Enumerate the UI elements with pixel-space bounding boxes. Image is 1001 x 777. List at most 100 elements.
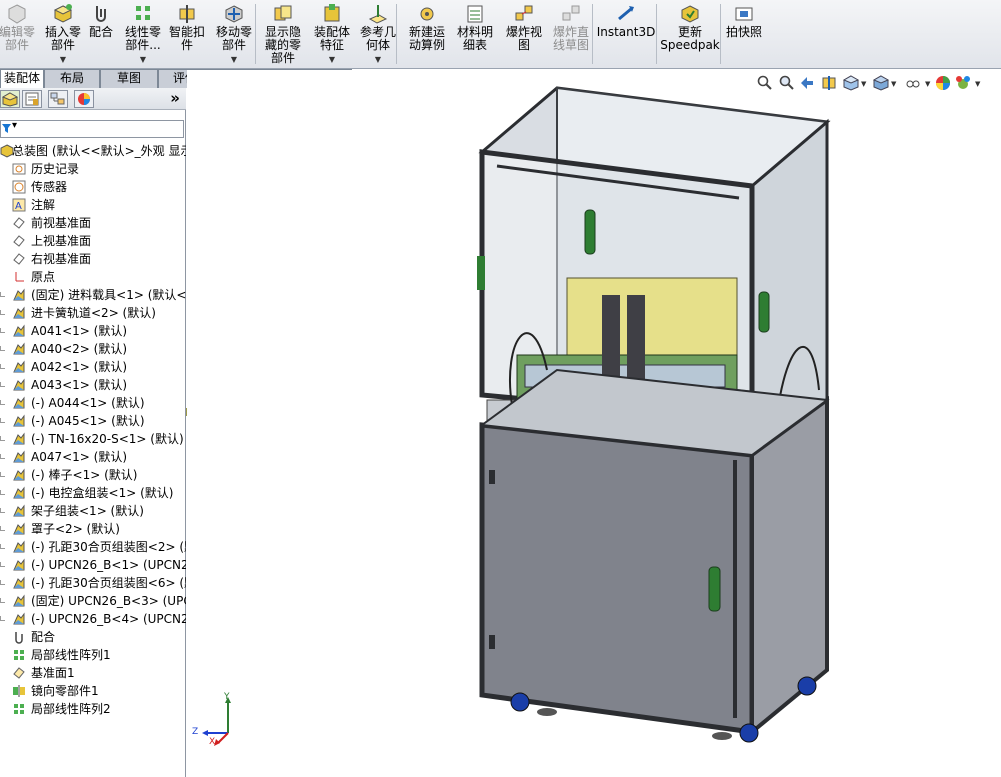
tree-item[interactable]: (固定) 进料载具<1> (默认<< — [0, 286, 186, 304]
ribbon-button-0: 编辑零 部件 — [0, 0, 37, 68]
feature-manager-pane: » ▾ 总装图 (默认<<默认>_外观 显示 历史记录 传感器 A 注解 前视基准面 上视基… — [0, 88, 186, 777]
tree-item[interactable]: 传感器 — [0, 178, 186, 196]
filter-dropdown-icon[interactable]: ▾ — [12, 120, 17, 131]
tree-filter-input[interactable]: ▾ — [0, 120, 184, 138]
subassembly-icon — [12, 414, 26, 428]
tree-item[interactable]: (-) UPCN26_B<1> (UPCN2 — [0, 556, 186, 574]
tab-2[interactable]: 草图 — [100, 69, 158, 88]
ribbon-dropdown-icon[interactable]: ▼ — [329, 53, 335, 66]
tree-item[interactable]: (-) 电控盒组装<1> (默认) — [0, 484, 186, 502]
ribbon-dropdown-icon[interactable]: ▼ — [375, 53, 381, 66]
expand-toggle-icon[interactable] — [0, 508, 5, 513]
expand-toggle-icon[interactable] — [0, 472, 5, 477]
ribbon-button-icon — [53, 4, 73, 23]
motor-left — [602, 295, 620, 385]
tree-item[interactable]: 罩子<2> (默认) — [0, 520, 186, 538]
tree-item[interactable]: (-) TN-16x20-S<1> (默认) — [0, 430, 186, 448]
expand-toggle-icon[interactable] — [0, 490, 5, 495]
pattern-icon — [12, 648, 26, 662]
tree-item[interactable]: 架子组装<1> (默认) — [0, 502, 186, 520]
ribbon-button-2[interactable]: 配合 — [86, 0, 116, 68]
ribbon-button-11[interactable]: 爆炸视 图 — [500, 0, 548, 68]
motor-right — [627, 295, 645, 385]
ribbon-button-13[interactable]: Instant3D — [597, 0, 655, 68]
subassembly-icon — [12, 450, 26, 464]
door-handle-upper-left — [584, 209, 596, 255]
tree-item[interactable]: (-) UPCN26_B<4> (UPCN2 — [0, 610, 186, 628]
ribbon-button-5[interactable]: 移动零 部件 ▼ — [210, 0, 258, 68]
tree-item[interactable]: (-) 孔距30合页组装图<6> (默 — [0, 574, 186, 592]
expand-toggle-icon[interactable] — [0, 328, 5, 333]
expand-toggle-icon[interactable] — [0, 544, 5, 549]
expand-toggle-icon[interactable] — [0, 616, 5, 621]
ribbon-button-10[interactable]: 材料明 细表 — [455, 0, 495, 68]
tree-item[interactable]: (-) 棒子<1> (默认) — [0, 466, 186, 484]
tree-item[interactable]: A040<2> (默认) — [0, 340, 186, 358]
tree-item[interactable]: (固定) UPCN26_B<3> (UPC — [0, 592, 186, 610]
tree-item[interactable]: (-) A044<1> (默认) — [0, 394, 186, 412]
tree-item[interactable]: (-) A045<1> (默认) — [0, 412, 186, 430]
expand-toggle-icon[interactable] — [0, 418, 5, 423]
configuration-manager-tab-icon[interactable] — [48, 90, 68, 108]
expand-toggle-icon[interactable] — [0, 292, 5, 297]
tree-item[interactable]: A 注解 — [0, 196, 186, 214]
ribbon-dropdown-icon[interactable]: ▼ — [60, 53, 66, 66]
tree-item[interactable]: (-) 孔距30合页组装图<2> (默 — [0, 538, 186, 556]
command-manager-ribbon: 编辑零 部件 插入零 部件 ▼ 配合 线性零 部件... ▼ 智能扣 件移动零 部件 ▼ 显示隐… — [0, 0, 1001, 69]
ribbon-button-9[interactable]: 新建运 动算例 — [400, 0, 454, 68]
tree-item[interactable]: A047<1> (默认) — [0, 448, 186, 466]
expand-panel-icon[interactable]: » — [170, 89, 180, 107]
plane-icon — [12, 252, 26, 266]
tree-item[interactable]: A043<1> (默认) — [0, 376, 186, 394]
door-handle-lower — [708, 566, 721, 612]
display-manager-tab-icon[interactable] — [74, 90, 94, 108]
expand-toggle-icon[interactable] — [0, 580, 5, 585]
expand-toggle-icon[interactable] — [0, 310, 5, 315]
ribbon-button-7[interactable]: 装配体 特征 ▼ — [308, 0, 356, 68]
expand-toggle-icon[interactable] — [0, 598, 5, 603]
tab-0[interactable]: 装配体 — [0, 69, 44, 89]
tree-item[interactable]: 上视基准面 — [0, 232, 186, 250]
tree-item[interactable]: 基准面1 — [0, 664, 186, 682]
machine-model[interactable] — [187, 70, 1001, 777]
expand-toggle-icon[interactable] — [0, 382, 5, 387]
tree-item[interactable]: 局部线性阵列1 — [0, 646, 186, 664]
tree-item[interactable]: A041<1> (默认) — [0, 322, 186, 340]
property-manager-tab-icon[interactable] — [22, 90, 42, 108]
expand-toggle-icon[interactable] — [0, 454, 5, 459]
tree-item[interactable]: 配合 — [0, 628, 186, 646]
ribbon-separator — [396, 4, 397, 64]
tree-item-label: 架子组装<1> (默认) — [31, 504, 144, 518]
ribbon-button-label: 参考几 何体 — [359, 25, 396, 52]
tree-item[interactable]: 前视基准面 — [0, 214, 186, 232]
feature-manager-tab-icon[interactable] — [0, 90, 20, 108]
ribbon-button-1[interactable]: 插入零 部件 ▼ — [40, 0, 86, 68]
expand-toggle-icon[interactable] — [0, 436, 5, 441]
tree-item[interactable]: 镜向零部件1 — [0, 682, 186, 700]
ribbon-dropdown-icon[interactable]: ▼ — [231, 53, 237, 66]
expand-toggle-icon[interactable] — [0, 562, 5, 567]
tab-1[interactable]: 布局 — [44, 69, 100, 88]
tree-item[interactable]: 历史记录 — [0, 160, 186, 178]
expand-toggle-icon[interactable] — [0, 364, 5, 369]
graphics-area[interactable]: ▼ ▼ ▼ ▼ Y Z X — [187, 70, 1001, 777]
tree-item[interactable]: 进卡簧轨道<2> (默认) — [0, 304, 186, 322]
ribbon-dropdown-icon[interactable]: ▼ — [140, 53, 146, 66]
tree-item[interactable]: 右视基准面 — [0, 250, 186, 268]
ribbon-button-8[interactable]: 参考几 何体 ▼ — [357, 0, 399, 68]
ribbon-button-14[interactable]: 更新 Speedpak — [660, 0, 720, 68]
history-icon — [12, 162, 26, 176]
expand-toggle-icon[interactable] — [0, 526, 5, 531]
subassembly-icon — [12, 486, 26, 500]
ribbon-button-6[interactable]: 显示隐 藏的零 部件 — [260, 0, 306, 68]
ribbon-button-3[interactable]: 线性零 部件... ▼ — [120, 0, 166, 68]
ribbon-button-4[interactable]: 智能扣 件 — [166, 0, 208, 68]
expand-toggle-icon[interactable] — [0, 346, 5, 351]
tree-item-label: 局部线性阵列2 — [31, 702, 111, 716]
ribbon-button-15[interactable]: 拍快照 — [724, 0, 764, 68]
tree-item[interactable]: 原点 — [0, 268, 186, 286]
tree-item[interactable]: 总装图 (默认<<默认>_外观 显示 — [0, 142, 186, 160]
tree-item[interactable]: A042<1> (默认) — [0, 358, 186, 376]
tree-item[interactable]: 局部线性阵列2 — [0, 700, 186, 718]
expand-toggle-icon[interactable] — [0, 400, 5, 405]
